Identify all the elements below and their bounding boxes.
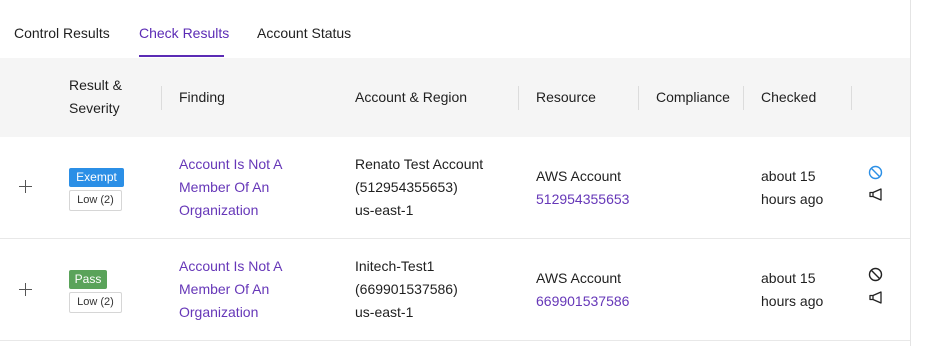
severity-badge: Low (2): [69, 190, 122, 211]
region: us-east-1: [355, 304, 414, 320]
resource-id-link[interactable]: 669901537586: [536, 290, 629, 313]
account-region-cell: Initech-Test1 (669901537586) us-east-1: [355, 255, 458, 324]
expand-row-plus-icon[interactable]: [19, 180, 33, 194]
ban-icon[interactable]: [868, 267, 883, 282]
checked-cell: about 15 hours ago: [761, 165, 823, 211]
column-separator: [161, 86, 162, 110]
header-result-line1: Result &: [69, 77, 122, 93]
checked-cell: about 15 hours ago: [761, 267, 823, 313]
checked-time: about 15: [761, 270, 816, 286]
active-tab-indicator: [139, 55, 224, 57]
header-result-line2: Severity: [69, 100, 120, 116]
table-row: Pass Low (2) Account Is Not A Member Of …: [0, 239, 910, 340]
finding-link[interactable]: Account Is Not A Member Of An Organizati…: [179, 153, 283, 222]
account-id: (669901537586): [355, 281, 458, 297]
finding-line: Member Of An: [179, 179, 270, 195]
resource-type: AWS Account: [536, 270, 622, 286]
finding-line: Account Is Not A: [179, 156, 283, 172]
column-separator: [851, 86, 852, 110]
account-name: Initech-Test1: [355, 258, 435, 274]
panel-right-border: [910, 0, 911, 346]
row-divider: [0, 340, 910, 341]
checked-time: hours ago: [761, 191, 824, 207]
finding-line: Organization: [179, 304, 259, 320]
resource-cell: AWS Account 669901537586: [536, 267, 629, 313]
checked-time: hours ago: [761, 293, 824, 309]
header-finding[interactable]: Finding: [179, 86, 225, 109]
tab-check-results[interactable]: Check Results: [139, 25, 229, 41]
header-compliance[interactable]: Compliance: [656, 86, 730, 109]
column-separator: [518, 86, 519, 110]
account-region-cell: Renato Test Account (512954355653) us-ea…: [355, 153, 483, 222]
header-result-severity[interactable]: Result & Severity: [69, 74, 122, 120]
account-id: (512954355653): [355, 179, 458, 195]
table-row: Exempt Low (2) Account Is Not A Member O…: [0, 137, 910, 238]
megaphone-icon[interactable]: [868, 290, 884, 305]
expand-row-plus-icon[interactable]: [19, 283, 33, 297]
resource-cell: AWS Account 512954355653: [536, 165, 629, 211]
region: us-east-1: [355, 202, 414, 218]
finding-line: Organization: [179, 202, 259, 218]
megaphone-icon[interactable]: [868, 187, 884, 202]
tab-account-status[interactable]: Account Status: [257, 25, 351, 41]
header-checked[interactable]: Checked: [761, 86, 816, 109]
column-separator: [638, 86, 639, 110]
finding-link[interactable]: Account Is Not A Member Of An Organizati…: [179, 255, 283, 324]
table-header: Result & Severity Finding Account & Regi…: [0, 58, 910, 137]
header-account-region[interactable]: Account & Region: [355, 86, 467, 109]
ban-icon[interactable]: [868, 165, 883, 180]
finding-line: Account Is Not A: [179, 258, 283, 274]
severity-badge: Low (2): [69, 292, 122, 313]
result-badge-exempt: Exempt: [69, 168, 124, 187]
finding-line: Member Of An: [179, 281, 270, 297]
checked-time: about 15: [761, 168, 816, 184]
result-badge-pass: Pass: [69, 270, 107, 289]
tab-control-results[interactable]: Control Results: [14, 25, 110, 41]
check-results-panel: Control Results Check Results Account St…: [0, 0, 910, 346]
account-name: Renato Test Account: [355, 156, 484, 172]
column-separator: [743, 86, 744, 110]
tab-bar: Control Results Check Results Account St…: [0, 0, 910, 58]
header-resource[interactable]: Resource: [536, 86, 596, 109]
resource-type: AWS Account: [536, 168, 622, 184]
resource-id-link[interactable]: 512954355653: [536, 188, 629, 211]
